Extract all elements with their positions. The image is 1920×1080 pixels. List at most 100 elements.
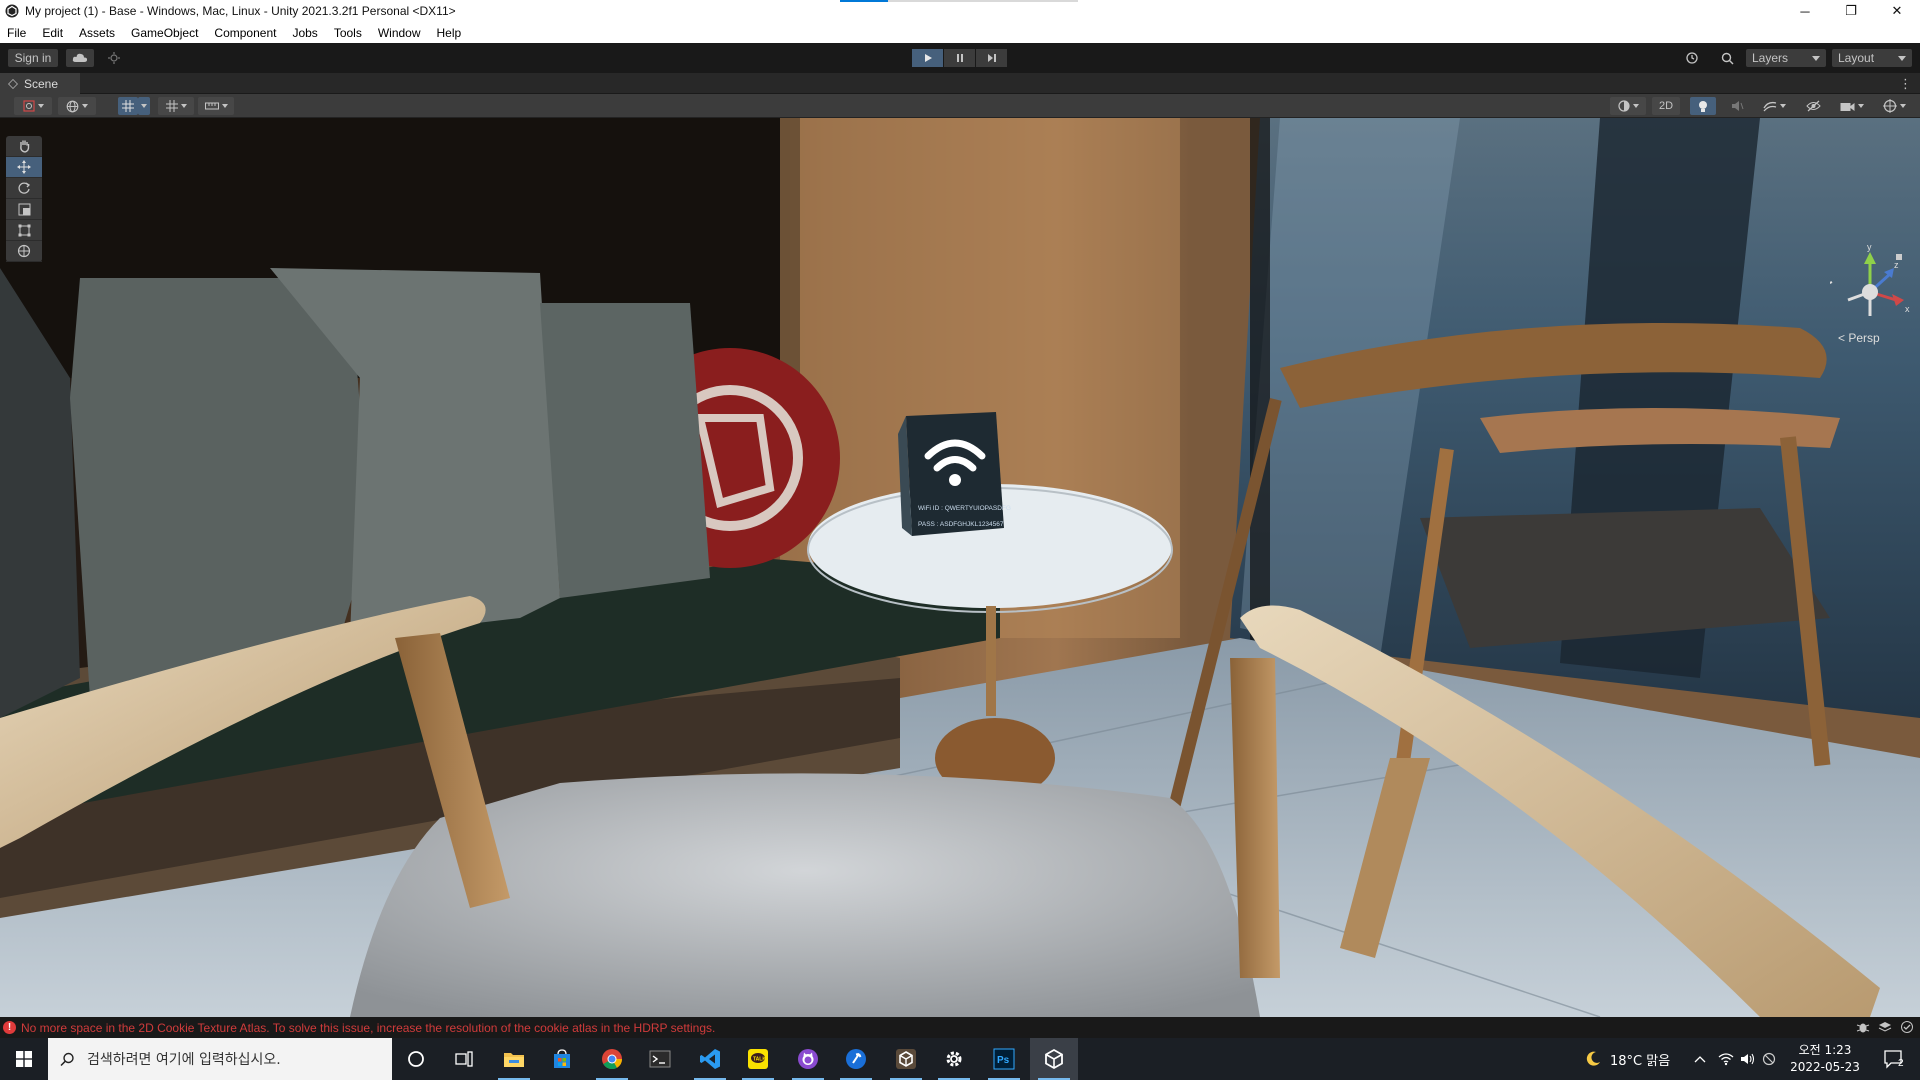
tray-overflow-button[interactable] <box>1694 1038 1706 1080</box>
progress-accent <box>840 0 888 2</box>
axis-gizmo-icon: y x z <box>1809 242 1910 316</box>
ime-indicator[interactable] <box>1762 1038 1776 1080</box>
layout-dropdown[interactable]: Layout <box>1832 49 1912 67</box>
store-button[interactable] <box>538 1038 586 1080</box>
shading-sphere-icon <box>1617 100 1630 112</box>
unity-logo-icon <box>5 4 19 18</box>
progress-track <box>888 0 1078 2</box>
undo-history-button[interactable] <box>1678 49 1706 67</box>
hidden-objects-toggle[interactable] <box>1800 97 1826 115</box>
grid-snap-toggle[interactable] <box>118 97 138 115</box>
restore-button[interactable]: ❐ <box>1828 0 1874 22</box>
search-icon <box>60 1052 74 1066</box>
network-button[interactable] <box>1718 1038 1734 1080</box>
start-button[interactable] <box>0 1038 48 1080</box>
unity-button[interactable] <box>1030 1038 1078 1080</box>
notification-center-button[interactable]: 2 <box>1878 1038 1910 1080</box>
volume-button[interactable] <box>1740 1038 1756 1080</box>
bug-icon[interactable] <box>1856 1020 1870 1034</box>
scene-lighting-toggle[interactable] <box>1690 97 1716 115</box>
toggle-2d-button[interactable]: 2D <box>1652 97 1680 115</box>
window-title: My project (1) - Base - Windows, Mac, Li… <box>25 4 456 18</box>
menu-edit[interactable]: Edit <box>34 26 71 40</box>
taskbar-clock[interactable]: 오전 1:23 2022-05-23 <box>1786 1042 1864 1076</box>
taskbar-search[interactable]: 검색하려면 여기에 입력하십시오. <box>48 1038 392 1080</box>
gizmos-dropdown[interactable] <box>1876 97 1912 115</box>
transform-tool[interactable] <box>6 241 42 262</box>
cloud-button[interactable] <box>66 49 94 67</box>
menu-jobs[interactable]: Jobs <box>284 26 325 40</box>
chrome-icon <box>602 1049 623 1070</box>
rect-tool[interactable] <box>6 220 42 241</box>
move-tool[interactable] <box>6 157 42 178</box>
play-icon <box>924 54 932 62</box>
effects-icon <box>1762 101 1776 112</box>
render-mode-dropdown[interactable] <box>58 97 96 115</box>
file-explorer-button[interactable] <box>490 1038 538 1080</box>
menu-component[interactable]: Component <box>206 26 284 40</box>
rotate-tool[interactable] <box>6 178 42 199</box>
projection-label[interactable]: < Persp <box>1838 331 1880 345</box>
kakaotalk-icon: TALK <box>748 1049 768 1069</box>
scale-tool[interactable] <box>6 199 42 220</box>
menu-gameobject[interactable]: GameObject <box>123 26 206 40</box>
tab-scene-label: Scene <box>24 76 59 91</box>
close-button[interactable]: ✕ <box>1874 0 1920 22</box>
collab-button[interactable] <box>100 49 128 67</box>
grid-visibility-icon <box>165 100 178 112</box>
sourcetree-button[interactable] <box>832 1038 880 1080</box>
unity-hub-icon <box>896 1049 916 1069</box>
console-message[interactable]: No more space in the 2D Cookie Texture A… <box>21 1021 715 1035</box>
play-button[interactable] <box>912 49 943 67</box>
scale-icon <box>18 203 30 215</box>
menu-tools[interactable]: Tools <box>326 26 370 40</box>
hand-tool[interactable] <box>6 136 42 157</box>
sourcetree-icon <box>846 1049 866 1069</box>
camera-settings-dropdown[interactable] <box>1834 97 1870 115</box>
vscode-icon <box>700 1049 720 1069</box>
search-button[interactable] <box>1714 49 1740 67</box>
increment-snap-dropdown[interactable] <box>198 97 234 115</box>
sign-in-button[interactable]: Sign in <box>8 49 58 67</box>
shading-dropdown[interactable] <box>1610 97 1646 115</box>
github-button[interactable] <box>784 1038 832 1080</box>
sign-text-line2: PASS : ASDFGHJKL1234567 <box>918 521 1004 528</box>
vscode-button[interactable] <box>686 1038 734 1080</box>
menu-window[interactable]: Window <box>370 26 429 40</box>
status-bar: ! No more space in the 2D Cookie Texture… <box>0 1017 1920 1038</box>
audio-toggle[interactable] <box>1724 97 1750 115</box>
ime-status-icon <box>1762 1052 1776 1066</box>
scene-viewport[interactable]: WiFi ID : QWERTYUIOPASDFG PASS : ASDFGHJ… <box>0 118 1920 1017</box>
tab-scene[interactable]: Scene <box>0 73 80 94</box>
cortana-icon <box>408 1051 424 1067</box>
layers-dropdown[interactable]: Layers <box>1746 49 1826 67</box>
chrome-button[interactable] <box>588 1038 636 1080</box>
menu-help[interactable]: Help <box>429 26 470 40</box>
settings-button[interactable] <box>930 1038 978 1080</box>
gizmos-icon <box>1882 99 1897 113</box>
kakaotalk-button[interactable]: TALK <box>734 1038 782 1080</box>
step-button[interactable] <box>976 49 1007 67</box>
unity-hub-button[interactable] <box>882 1038 930 1080</box>
weather-widget[interactable]: 18°C 맑음 <box>1584 1038 1670 1080</box>
menu-assets[interactable]: Assets <box>71 26 123 40</box>
grid-visibility-dropdown[interactable] <box>158 97 194 115</box>
terminal-button[interactable] <box>636 1038 684 1080</box>
tab-menu-icon[interactable]: ⋮ <box>1899 76 1912 92</box>
rect-transform-icon <box>18 224 30 236</box>
layers-stack-icon[interactable] <box>1878 1020 1892 1034</box>
menu-file[interactable]: File <box>0 26 34 40</box>
task-view-button[interactable] <box>440 1038 488 1080</box>
effects-dropdown[interactable] <box>1756 97 1792 115</box>
progress-check-icon[interactable] <box>1900 1020 1914 1034</box>
minimize-button[interactable]: ─ <box>1782 0 1828 22</box>
grid-snap-dropdown[interactable] <box>138 97 150 115</box>
cortana-button[interactable] <box>392 1038 440 1080</box>
orientation-gizmo[interactable]: y x z <box>1809 242 1910 332</box>
pause-button[interactable] <box>944 49 975 67</box>
lightbulb-icon <box>1699 100 1707 112</box>
notification-count: 2 <box>1898 1058 1904 1069</box>
photoshop-button[interactable]: Ps <box>980 1038 1028 1080</box>
hand-icon <box>19 140 29 153</box>
draw-mode-dropdown[interactable] <box>14 97 52 115</box>
